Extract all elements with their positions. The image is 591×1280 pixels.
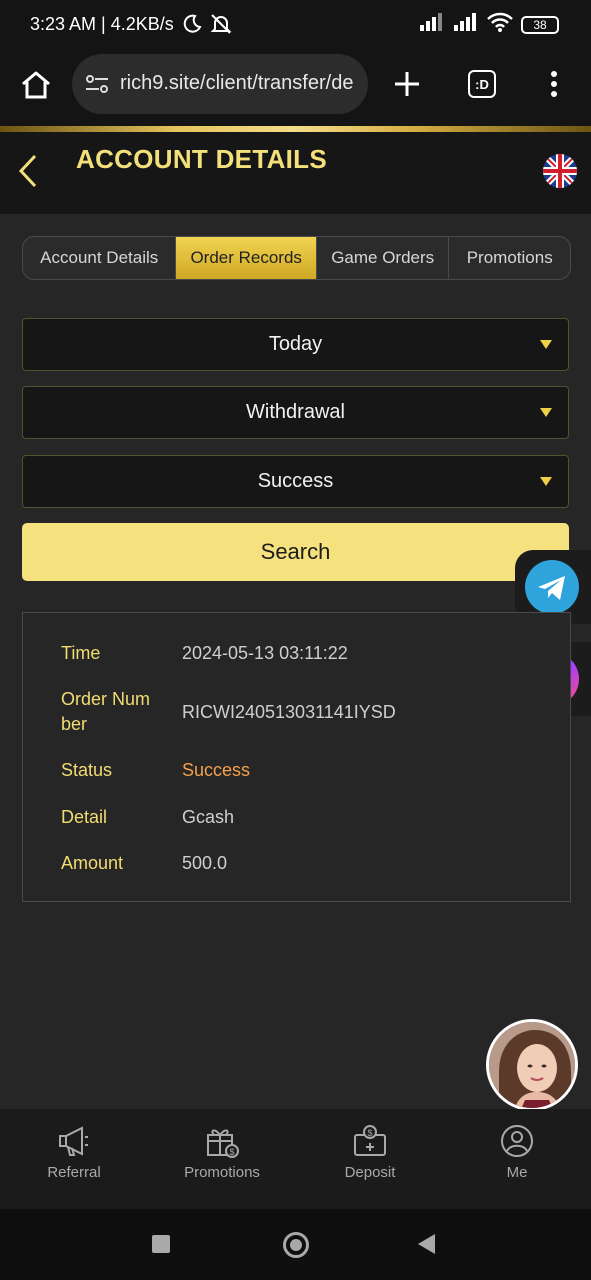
nav-referral-label: Referral [47,1164,101,1181]
back-chevron-icon[interactable] [18,154,38,193]
page-title: ACCOUNT DETAILS [76,144,328,174]
signal-icon [419,13,445,36]
home-icon[interactable] [20,70,52,105]
tab-switcher-button[interactable]: :D [468,70,496,98]
url-bar[interactable]: rich9.site/client/transfer/de [72,54,368,114]
amount-value: 500.0 [182,853,228,873]
time-label: Time [61,643,101,663]
gift-icon: $ [207,1129,239,1158]
tab-promotions[interactable]: Promotions [449,237,570,279]
status-label: Status [61,760,113,780]
dropdown-arrow-icon [540,340,552,349]
status-value: Success [182,760,251,780]
wifi-icon [487,12,513,37]
dropdown-arrow-icon [540,408,552,417]
record-tabs: Account Details Order Records Game Order… [22,236,571,280]
moon-icon [182,14,202,39]
search-button[interactable]: Search [22,523,569,581]
back-triangle-icon[interactable] [418,1234,435,1254]
dropdown-arrow-icon [540,477,552,486]
nav-deposit-label: Deposit [344,1164,396,1181]
system-navigation-bar [0,1209,591,1280]
svg-text:$: $ [229,1147,234,1157]
nav-referral[interactable]: Referral [14,1117,134,1197]
home-circle-icon[interactable] [283,1232,309,1258]
tab-order-records[interactable]: Order Records [176,237,317,279]
status-filter-select[interactable]: Success [22,455,569,508]
signal-icon-2 [453,13,479,36]
telegram-icon [525,560,579,614]
date-filter-value: Today [268,333,323,355]
browser-toolbar: rich9.site/client/transfer/de :D [0,52,591,126]
uk-flag-icon[interactable] [543,154,577,188]
battery-icon: 38 [521,15,559,34]
support-avatar[interactable] [486,1019,578,1111]
svg-text:$: $ [367,1128,372,1138]
status-filter-value: Success [257,470,334,492]
time-value: 2024-05-13 03:11:22 [182,643,348,663]
order-number-value: RICWI240513031141IYSD [182,702,396,722]
amount-label: Amount [61,853,124,873]
status-bar: 3:23 AM | 4.2KB/s 38 [0,0,591,52]
type-filter-select[interactable]: Withdrawal [22,386,569,439]
tab-account-details[interactable]: Account Details [23,237,177,279]
detail-label: Detail [61,807,108,827]
url-text[interactable]: rich9.site/client/transfer/de [120,72,353,95]
new-tab-icon[interactable] [393,70,421,103]
order-number-label: Order Num ber [61,689,151,734]
order-record-card: Time 2024-05-13 03:11:22 Order Num ber R… [22,612,571,902]
status-time: 3:23 AM | 4.2KB/s [30,14,174,34]
megaphone-icon [59,1126,88,1156]
bottom-navigation: Referral $ Promotions $ Deposit Me [0,1109,591,1209]
user-icon [501,1125,533,1157]
wallet-icon: $ [354,1125,386,1156]
recents-icon[interactable] [152,1235,170,1253]
nav-promotions[interactable]: $ Promotions [162,1117,282,1197]
date-filter-select[interactable]: Today [22,318,569,371]
nav-promotions-label: Promotions [184,1164,260,1181]
site-settings-icon[interactable] [84,74,110,99]
nav-deposit[interactable]: $ Deposit [310,1117,430,1197]
app-header: ACCOUNT DETAILS [0,132,591,214]
detail-value: Gcash [182,807,235,827]
mute-bell-icon [210,13,232,40]
nav-me[interactable]: Me [457,1117,577,1197]
menu-dots-icon[interactable] [550,70,558,103]
tab-game-orders[interactable]: Game Orders [317,237,450,279]
nav-me-label: Me [506,1164,528,1181]
type-filter-value: Withdrawal [246,401,345,423]
